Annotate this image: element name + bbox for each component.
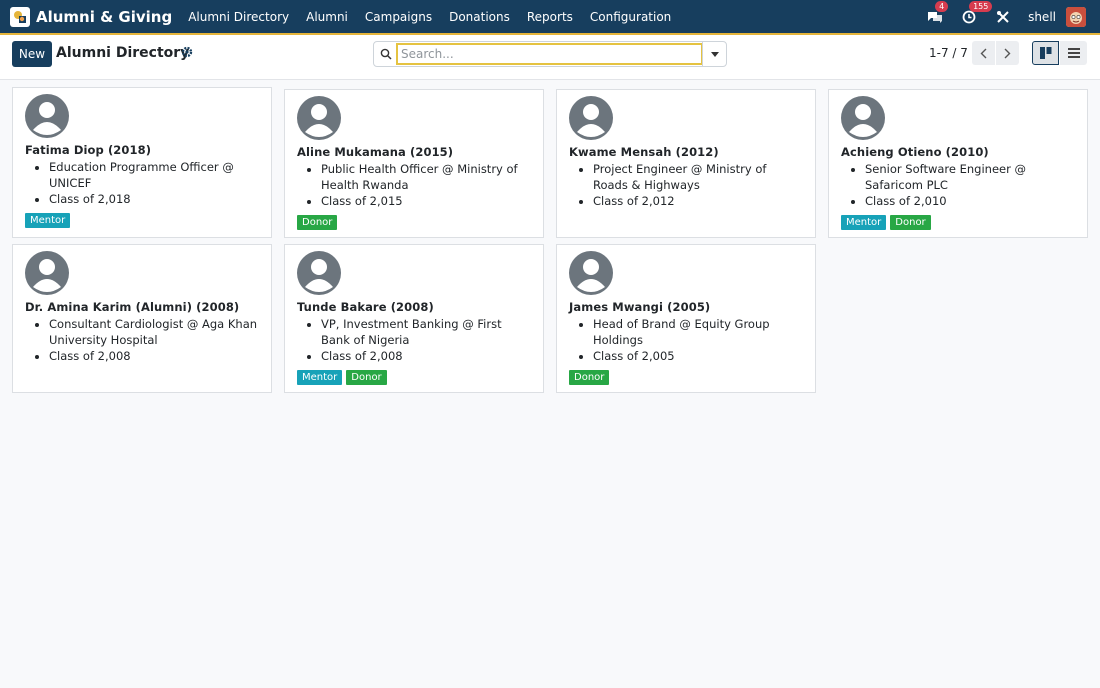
- alumni-name: Kwame Mensah (2012): [569, 145, 719, 159]
- alumni-class: Class of 2,012: [593, 193, 803, 209]
- alumni-name: Fatima Diop (2018): [25, 143, 152, 157]
- debug-tools-button[interactable]: [994, 8, 1012, 26]
- avatar-placeholder-icon: [841, 96, 885, 140]
- search-input[interactable]: [396, 43, 703, 65]
- alumni-job: Public Health Officer @ Ministry of Heal…: [321, 161, 531, 193]
- kanban-view-button[interactable]: [1032, 41, 1059, 65]
- page-title: Alumni Directory: [56, 45, 190, 61]
- avatar-placeholder-icon: [297, 251, 341, 295]
- alumni-card[interactable]: Achieng Otieno (2010) Senior Software En…: [828, 89, 1088, 238]
- tag-mentor: Mentor: [25, 213, 71, 228]
- alumni-job: Consultant Cardiologist @ Aga Khan Unive…: [49, 316, 259, 348]
- tag-list: Mentor Donor: [297, 370, 531, 385]
- tag-donor: Donor: [346, 370, 387, 385]
- avatar-placeholder-icon: [569, 96, 613, 140]
- alumni-job: Senior Software Engineer @ Safaricom PLC: [865, 161, 1075, 193]
- clock-icon: [962, 10, 976, 23]
- main-menu: Alumni Directory Alumni Campaigns Donati…: [188, 10, 688, 24]
- tag-list: Mentor Donor: [841, 215, 1075, 230]
- alumni-name: James Mwangi (2005): [569, 300, 711, 314]
- alumni-card[interactable]: James Mwangi (2005) Head of Brand @ Equi…: [556, 244, 816, 393]
- tools-icon: [997, 10, 1009, 23]
- app-logo-icon[interactable]: [10, 6, 30, 27]
- menu-item-configuration[interactable]: Configuration: [590, 10, 671, 24]
- alumni-card[interactable]: Tunde Bakare (2008) VP, Investment Banki…: [284, 244, 544, 393]
- gear-icon[interactable]: [181, 46, 193, 58]
- alumni-class: Class of 2,008: [321, 348, 531, 364]
- user-avatar[interactable]: [1066, 6, 1086, 27]
- tag-list: Mentor: [25, 213, 259, 228]
- alumni-class: Class of 2,010: [865, 193, 1075, 209]
- messages-button[interactable]: 4: [926, 0, 949, 26]
- list-icon: [1067, 48, 1080, 58]
- alumni-card[interactable]: Aline Mukamana (2015) Public Health Offi…: [284, 89, 544, 238]
- alumni-class: Class of 2,018: [49, 191, 259, 207]
- alumni-card[interactable]: Fatima Diop (2018) Education Programme O…: [12, 87, 272, 238]
- alumni-class: Class of 2,005: [593, 348, 803, 364]
- avatar-placeholder-icon: [25, 94, 69, 138]
- chevron-left-icon: [980, 48, 987, 58]
- menu-item-reports[interactable]: Reports: [527, 10, 573, 24]
- activities-button[interactable]: 155: [960, 0, 993, 26]
- alumni-name: Aline Mukamana (2015): [297, 145, 454, 159]
- user-name[interactable]: shell: [1028, 10, 1056, 24]
- alumni-name: Tunde Bakare (2008): [297, 300, 434, 314]
- list-view-button[interactable]: [1060, 41, 1087, 65]
- caret-down-icon: [710, 51, 719, 57]
- alumni-job: Education Programme Officer @ UNICEF: [49, 159, 259, 191]
- search-icon: [380, 48, 392, 60]
- alumni-card[interactable]: Dr. Amina Karim (Alumni) (2008) Consulta…: [12, 244, 272, 393]
- search-bar: [373, 41, 727, 67]
- avatar-placeholder-icon: [25, 251, 69, 295]
- tag-list: Donor: [297, 215, 531, 230]
- menu-item-alumni-directory[interactable]: Alumni Directory: [188, 10, 289, 24]
- pager-value[interactable]: 1-7 / 7: [929, 46, 968, 60]
- avatar-placeholder-icon: [569, 251, 613, 295]
- tag-mentor: Mentor: [297, 370, 343, 385]
- search-options-toggle[interactable]: [702, 42, 726, 66]
- control-panel: New Alumni Directory 1-7 / 7: [0, 35, 1100, 80]
- tag-list: Donor: [569, 370, 803, 385]
- kanban-icon: [1039, 47, 1051, 59]
- alumni-job: VP, Investment Banking @ First Bank of N…: [321, 316, 531, 348]
- nav-right: 4 155 shell: [926, 0, 1100, 33]
- new-button[interactable]: New: [12, 41, 52, 67]
- tag-donor: Donor: [569, 370, 610, 385]
- pager-previous-button[interactable]: [972, 41, 995, 65]
- menu-item-alumni[interactable]: Alumni: [306, 10, 348, 24]
- chat-icon: [928, 11, 943, 23]
- activities-count-badge: 155: [969, 0, 993, 12]
- tag-donor: Donor: [890, 215, 931, 230]
- tag-donor: Donor: [297, 215, 338, 230]
- top-navbar: Alumni & Giving Alumni Directory Alumni …: [0, 0, 1100, 35]
- alumni-name: Achieng Otieno (2010): [841, 145, 989, 159]
- app-name[interactable]: Alumni & Giving: [36, 8, 172, 26]
- tag-mentor: Mentor: [841, 215, 887, 230]
- pager-next-button[interactable]: [996, 41, 1019, 65]
- alumni-card[interactable]: Kwame Mensah (2012) Project Engineer @ M…: [556, 89, 816, 238]
- alumni-class: Class of 2,008: [49, 348, 259, 364]
- alumni-job: Head of Brand @ Equity Group Holdings: [593, 316, 803, 348]
- alumni-class: Class of 2,015: [321, 193, 531, 209]
- alumni-job: Project Engineer @ Ministry of Roads & H…: [593, 161, 803, 193]
- menu-item-donations[interactable]: Donations: [449, 10, 510, 24]
- avatar-placeholder-icon: [297, 96, 341, 140]
- alumni-name: Dr. Amina Karim (Alumni) (2008): [25, 300, 240, 314]
- menu-item-campaigns[interactable]: Campaigns: [365, 10, 432, 24]
- chevron-right-icon: [1004, 48, 1011, 58]
- messages-count-badge: 4: [935, 0, 949, 12]
